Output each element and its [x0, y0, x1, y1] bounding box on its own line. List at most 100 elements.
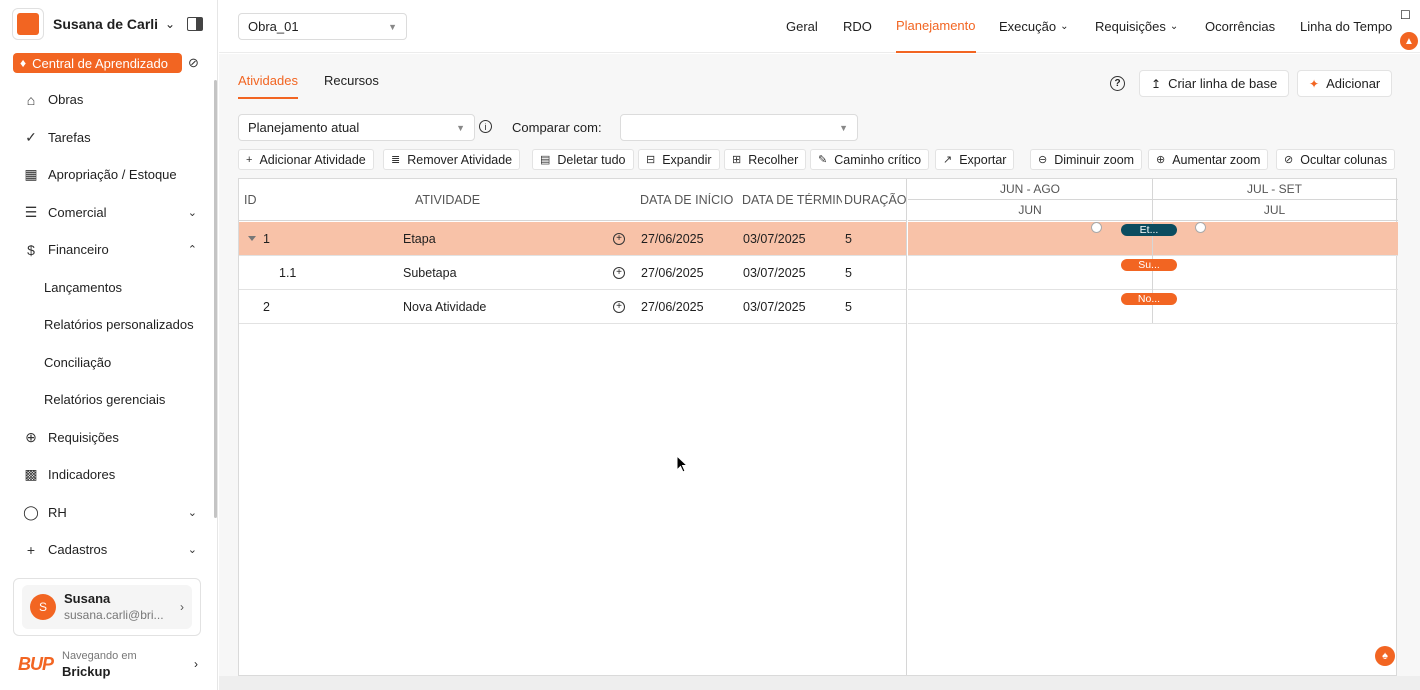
- horizontal-scrollbar[interactable]: [219, 676, 1420, 690]
- column-header-duration[interactable]: DURAÇÃO: [844, 193, 907, 207]
- zoom-in-button[interactable]: ⊕ Aumentar zoom: [1148, 149, 1269, 170]
- tab-label: Linha do Tempo: [1300, 19, 1393, 34]
- sidebar-scrollbar[interactable]: [214, 80, 217, 518]
- learning-center-button[interactable]: ♦ Central de Aprendizado: [13, 53, 182, 73]
- create-baseline-button[interactable]: ↥ Criar linha de base: [1139, 70, 1290, 97]
- tab-ocorrencias[interactable]: Ocorrências: [1205, 0, 1275, 53]
- add-subtask-icon[interactable]: +: [613, 301, 625, 313]
- accessibility-fab-icon[interactable]: ♠: [1375, 646, 1395, 666]
- sidebar-item-apropriacao[interactable]: ▦ Apropriação / Estoque: [0, 156, 217, 194]
- check-circle-icon: ✓: [25, 128, 37, 145]
- tab-rdo[interactable]: RDO: [843, 0, 872, 53]
- row-duration[interactable]: 5: [845, 300, 852, 314]
- tab-execucao[interactable]: Execução ⌄: [999, 0, 1068, 53]
- sidebar-item-lancamentos[interactable]: Lançamentos: [0, 269, 217, 307]
- sidebar-item-label: Lançamentos: [44, 279, 123, 295]
- sidebar-item-label: Apropriação / Estoque: [48, 167, 177, 183]
- timescale-cell: JUL - SET: [1153, 179, 1397, 199]
- tab-requisicoes[interactable]: Requisições ⌄: [1095, 0, 1178, 53]
- table-row[interactable]: 2 Nova Atividade + 27/06/2025 03/07/2025…: [239, 290, 906, 324]
- sidebar-item-tarefas[interactable]: ✓ Tarefas: [0, 119, 217, 157]
- button-label: Deletar tudo: [557, 152, 626, 167]
- info-icon[interactable]: i: [479, 120, 492, 133]
- company-logo[interactable]: [12, 8, 44, 40]
- remove-activity-button[interactable]: ≣ Remover Atividade: [383, 149, 521, 170]
- upload-icon: ↥: [1151, 76, 1162, 91]
- sidebar-item-conciliacao[interactable]: Conciliação: [0, 344, 217, 382]
- sidebar-item-label: Requisições: [48, 429, 119, 445]
- row-duration[interactable]: 5: [845, 232, 852, 246]
- tab-label: RDO: [843, 19, 872, 34]
- compare-select[interactable]: ▼: [620, 114, 858, 141]
- button-label: Criar linha de base: [1168, 76, 1278, 91]
- sidebar-item-financeiro[interactable]: $ Financeiro ⌃: [0, 231, 217, 269]
- link-handle-right[interactable]: [1195, 222, 1206, 233]
- table-row[interactable]: 1 Etapa + 27/06/2025 03/07/2025 5: [239, 222, 906, 256]
- sidebar-item-rh[interactable]: ◯ RH ⌄: [0, 494, 217, 532]
- eye-off-icon[interactable]: ⊘: [188, 55, 199, 71]
- critical-path-button[interactable]: ✎ Caminho crítico: [810, 149, 930, 170]
- column-header-id[interactable]: ID: [244, 193, 257, 207]
- plan-select[interactable]: Planejamento atual ▼: [238, 114, 475, 141]
- gantt-bar-subetapa[interactable]: Su...: [1121, 259, 1177, 271]
- expand-triangle-icon[interactable]: [248, 236, 256, 241]
- sidebar-item-relatorios-gerenciais[interactable]: Relatórios gerenciais: [0, 381, 217, 419]
- project-select[interactable]: Obra_01 ▼: [238, 13, 407, 40]
- expand-button[interactable]: ⊟ Expandir: [638, 149, 720, 170]
- account-card[interactable]: S Susana susana.carli@bri... ›: [13, 578, 201, 636]
- row-start[interactable]: 27/06/2025: [641, 266, 704, 280]
- tab-linha-do-tempo[interactable]: Linha do Tempo: [1300, 0, 1392, 53]
- user-name[interactable]: Susana de Carli: [53, 16, 158, 32]
- collapse-sidebar-icon[interactable]: [187, 17, 203, 31]
- help-icon[interactable]: ?: [1110, 76, 1125, 91]
- sidebar-item-indicadores[interactable]: ▩ Indicadores: [0, 456, 217, 494]
- column-header-end[interactable]: DATA DE TÉRMINO: [742, 193, 842, 207]
- chevron-up-icon: ⌃: [187, 244, 197, 257]
- button-label: Diminuir zoom: [1054, 152, 1135, 167]
- link-handle-left[interactable]: [1091, 222, 1102, 233]
- add-button[interactable]: ✦ Adicionar: [1297, 70, 1393, 97]
- button-label: Adicionar Atividade: [259, 152, 366, 167]
- row-duration[interactable]: 5: [845, 266, 852, 280]
- gantt-bar-nova-atividade[interactable]: No...: [1121, 293, 1177, 305]
- row-activity[interactable]: Nova Atividade: [403, 300, 486, 314]
- chevron-down-icon[interactable]: ⌄: [165, 17, 175, 31]
- row-activity[interactable]: Etapa: [403, 232, 436, 246]
- tab-recursos[interactable]: Recursos: [324, 73, 379, 99]
- row-end[interactable]: 03/07/2025: [743, 266, 806, 280]
- tab-planejamento[interactable]: Planejamento: [896, 0, 976, 53]
- external-link-icon: ↗: [943, 154, 953, 166]
- row-activity[interactable]: Subetapa: [403, 266, 457, 280]
- row-end[interactable]: 03/07/2025: [743, 300, 806, 314]
- collapse-button[interactable]: ⊞ Recolher: [724, 149, 807, 170]
- row-start[interactable]: 27/06/2025: [641, 300, 704, 314]
- export-button[interactable]: ↗ Exportar: [935, 149, 1015, 170]
- table-row[interactable]: 1.1 Subetapa + 27/06/2025 03/07/2025 5: [239, 256, 906, 290]
- add-subtask-icon[interactable]: +: [613, 233, 625, 245]
- button-label: Adicionar: [1326, 76, 1381, 91]
- row-end[interactable]: 03/07/2025: [743, 232, 806, 246]
- sidebar-item-relatorios-personalizados[interactable]: Relatórios personalizados: [0, 306, 217, 344]
- sidebar-item-comercial[interactable]: ☰ Comercial ⌄: [0, 194, 217, 232]
- gantt-bar-etapa[interactable]: Et...: [1121, 224, 1177, 236]
- comment-icon[interactable]: ☐: [1400, 8, 1418, 22]
- workspace-switcher[interactable]: BUP Navegando em Brickup ›: [18, 646, 198, 682]
- add-activity-button[interactable]: + Adicionar Atividade: [238, 149, 374, 170]
- column-header-activity[interactable]: ATIVIDADE: [415, 193, 480, 207]
- row-start[interactable]: 27/06/2025: [641, 232, 704, 246]
- gantt-grid: ID ATIVIDADE DATA DE INÍCIO DATA DE TÉRM…: [238, 178, 1398, 676]
- sidebar-item-cadastros[interactable]: + Cadastros ⌄: [0, 531, 217, 569]
- sidebar-item-obras[interactable]: ⌂ Obras: [0, 81, 217, 119]
- timescale-cell: JUN: [908, 200, 1153, 220]
- bank-icon: ⌂: [26, 91, 36, 108]
- tab-label: Geral: [786, 19, 818, 34]
- delete-all-button[interactable]: ▤ Deletar tudo: [532, 149, 634, 170]
- sidebar-item-requisicoes[interactable]: ⊕ Requisições: [0, 419, 217, 457]
- tab-geral[interactable]: Geral: [786, 0, 818, 53]
- zoom-out-button[interactable]: ⊖ Diminuir zoom: [1030, 149, 1143, 170]
- hide-columns-button[interactable]: ⊘ Ocultar colunas: [1276, 149, 1396, 170]
- tab-atividades[interactable]: Atividades: [238, 73, 298, 99]
- thumbs-up-icon[interactable]: ▲: [1400, 32, 1418, 50]
- column-header-start[interactable]: DATA DE INÍCIO: [640, 193, 733, 207]
- add-subtask-icon[interactable]: +: [613, 267, 625, 279]
